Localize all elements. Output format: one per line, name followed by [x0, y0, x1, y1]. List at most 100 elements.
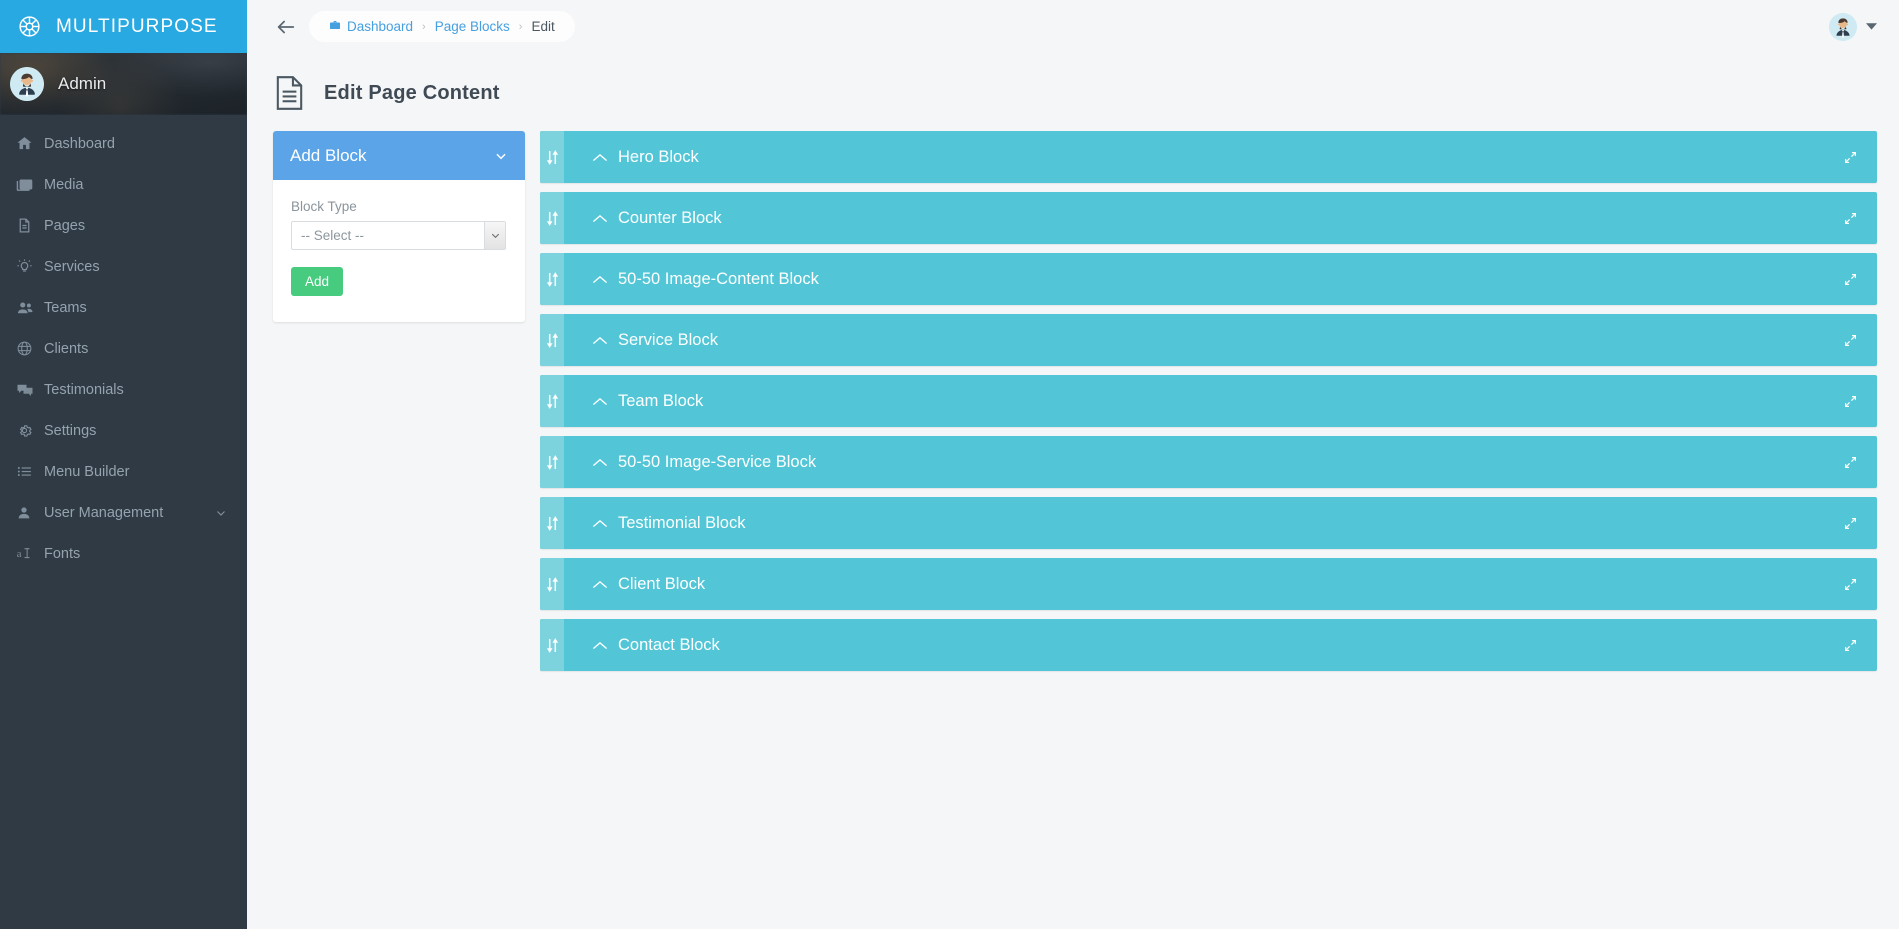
block-row-main[interactable]: Hero Block: [564, 131, 1823, 183]
caret-down-icon[interactable]: [1866, 21, 1877, 33]
sidebar-item-label: Teams: [44, 299, 87, 316]
sidebar-username: Admin: [58, 74, 107, 93]
expand-arrows-icon[interactable]: [1823, 314, 1877, 366]
topbar-user-menu[interactable]: [1829, 12, 1877, 41]
sidebar-item-media[interactable]: Media: [0, 164, 247, 205]
expand-arrows-icon[interactable]: [1823, 497, 1877, 549]
chevron-down-icon[interactable]: [484, 222, 505, 249]
svg-text:a: a: [17, 549, 22, 560]
image-icon: [16, 176, 44, 193]
page-content: Add Block Block Type -- Select -- Add He…: [247, 131, 1899, 680]
breadcrumb-separator: ›: [422, 20, 426, 33]
sidebar-item-menu-builder[interactable]: Menu Builder: [0, 451, 247, 492]
sidebar-item-settings[interactable]: Settings: [0, 410, 247, 451]
expand-arrows-icon[interactable]: [1823, 131, 1877, 183]
block-row[interactable]: Hero Block: [540, 131, 1877, 183]
chevron-up-icon[interactable]: [593, 153, 607, 162]
sort-updown-icon[interactable]: [540, 375, 564, 427]
block-row-main[interactable]: Team Block: [564, 375, 1823, 427]
breadcrumb: Dashboard › Page Blocks › Edit: [309, 11, 575, 42]
sidebar-item-pages[interactable]: Pages: [0, 205, 247, 246]
block-row-main[interactable]: 50-50 Image-Service Block: [564, 436, 1823, 488]
sidebar-brand-label: MULTIPURPOSE: [56, 15, 218, 37]
app-root: MULTIPURPOSE Admin Dashboard Media Pages…: [0, 0, 1899, 929]
block-row-main[interactable]: Contact Block: [564, 619, 1823, 671]
sidebar-item-label: Media: [44, 176, 84, 193]
block-row-main[interactable]: Service Block: [564, 314, 1823, 366]
chevron-up-icon[interactable]: [593, 519, 607, 528]
sort-updown-icon[interactable]: [540, 497, 564, 549]
add-button[interactable]: Add: [291, 267, 344, 296]
breadcrumb-item-page-blocks[interactable]: Page Blocks: [435, 19, 510, 34]
breadcrumb-item-dashboard[interactable]: Dashboard: [329, 19, 413, 34]
block-row[interactable]: Service Block: [540, 314, 1877, 366]
sidebar-item-services[interactable]: Services: [0, 246, 247, 287]
sidebar-item-fonts[interactable]: a Fonts: [0, 533, 247, 574]
expand-arrows-icon[interactable]: [1823, 558, 1877, 610]
chevron-up-icon[interactable]: [593, 580, 607, 589]
sidebar-item-dashboard[interactable]: Dashboard: [0, 123, 247, 164]
add-block-card-title: Add Block: [290, 145, 367, 165]
add-block-card-body: Block Type -- Select -- Add: [273, 180, 525, 322]
block-row[interactable]: 50-50 Image-Service Block: [540, 436, 1877, 488]
sidebar-brand-header[interactable]: MULTIPURPOSE: [0, 0, 247, 53]
chevron-up-icon[interactable]: [593, 397, 607, 406]
block-row-main[interactable]: 50-50 Image-Content Block: [564, 253, 1823, 305]
blocks-list: Hero Block Counter Block 50-50 Image-Con…: [540, 131, 1877, 680]
chevron-down-icon[interactable]: [494, 149, 508, 163]
globe-icon: [16, 340, 44, 357]
expand-arrows-icon[interactable]: [1823, 619, 1877, 671]
block-row[interactable]: Counter Block: [540, 192, 1877, 244]
expand-arrows-icon[interactable]: [1823, 436, 1877, 488]
sidebar-item-label: Dashboard: [44, 135, 115, 152]
block-row-label: Service Block: [618, 330, 718, 349]
block-row-label: Hero Block: [618, 147, 699, 166]
block-row-main[interactable]: Client Block: [564, 558, 1823, 610]
expand-arrows-icon[interactable]: [1823, 375, 1877, 427]
arrow-left-icon[interactable]: [269, 10, 303, 44]
gear-icon: [16, 422, 44, 439]
sort-updown-icon[interactable]: [540, 192, 564, 244]
expand-arrows-icon[interactable]: [1823, 192, 1877, 244]
block-row[interactable]: Testimonial Block: [540, 497, 1877, 549]
sort-updown-icon[interactable]: [540, 253, 564, 305]
file-text-icon: [16, 217, 44, 234]
block-type-select[interactable]: -- Select --: [291, 221, 506, 250]
chevron-down-icon[interactable]: [215, 507, 231, 519]
avatar[interactable]: [1829, 12, 1857, 41]
sidebar-item-clients[interactable]: Clients: [0, 328, 247, 369]
sort-updown-icon[interactable]: [540, 558, 564, 610]
sidebar-profile[interactable]: Admin: [0, 53, 247, 115]
sidebar-item-user-management[interactable]: User Management: [0, 492, 247, 533]
sidebar-item-label: Clients: [44, 340, 89, 357]
block-row-label: Contact Block: [618, 635, 720, 654]
sort-updown-icon[interactable]: [540, 619, 564, 671]
block-type-select-value[interactable]: -- Select --: [291, 221, 506, 250]
block-row[interactable]: 50-50 Image-Content Block: [540, 253, 1877, 305]
chevron-up-icon[interactable]: [593, 336, 607, 345]
breadcrumb-separator: ›: [518, 20, 523, 33]
chevron-up-icon[interactable]: [593, 275, 607, 284]
chevron-up-icon[interactable]: [593, 641, 607, 650]
sort-updown-icon[interactable]: [540, 314, 564, 366]
block-type-label: Block Type: [291, 199, 357, 214]
chevron-up-icon[interactable]: [593, 458, 607, 467]
briefcase-icon: [329, 19, 341, 34]
sidebar-item-label: Pages: [44, 217, 86, 234]
add-block-card-header[interactable]: Add Block: [273, 131, 525, 180]
block-row-main[interactable]: Testimonial Block: [564, 497, 1823, 549]
sort-updown-icon[interactable]: [540, 131, 564, 183]
ship-wheel-icon: [16, 14, 42, 40]
block-row[interactable]: Contact Block: [540, 619, 1877, 671]
sort-updown-icon[interactable]: [540, 436, 564, 488]
sidebar-item-label: User Management: [44, 504, 164, 521]
block-row[interactable]: Client Block: [540, 558, 1877, 610]
chevron-up-icon[interactable]: [593, 214, 607, 223]
block-row-label: Testimonial Block: [618, 513, 746, 532]
expand-arrows-icon[interactable]: [1823, 253, 1877, 305]
block-row-main[interactable]: Counter Block: [564, 192, 1823, 244]
block-row[interactable]: Team Block: [540, 375, 1877, 427]
sidebar-item-testimonials[interactable]: Testimonials: [0, 369, 247, 410]
user-icon: [16, 505, 44, 521]
sidebar-item-teams[interactable]: Teams: [0, 287, 247, 328]
